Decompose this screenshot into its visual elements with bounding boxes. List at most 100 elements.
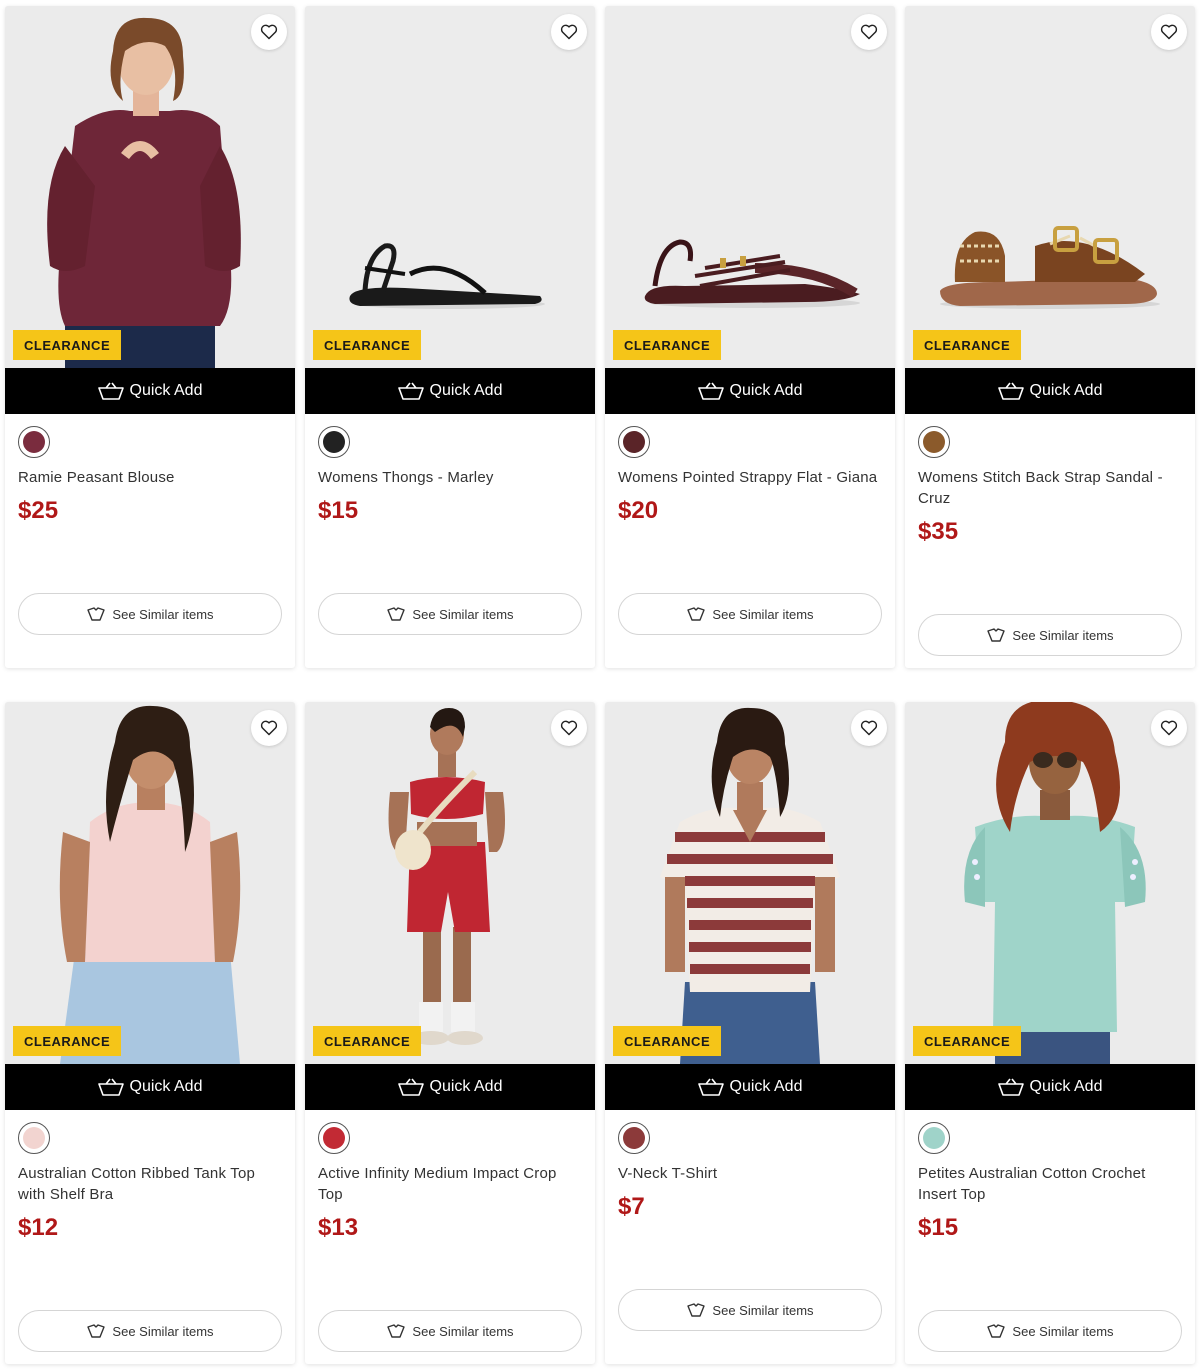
see-similar-label: See Similar items bbox=[412, 1323, 514, 1339]
color-swatch[interactable] bbox=[18, 426, 50, 458]
product-card[interactable]: CLEARANCE Quick Add V-Neck T-Shirt $7 Se… bbox=[605, 702, 895, 1364]
quick-add-label: Quick Add bbox=[1029, 1078, 1103, 1095]
wishlist-heart-button[interactable] bbox=[851, 14, 887, 50]
product-image[interactable]: CLEARANCE bbox=[5, 702, 295, 1064]
see-similar-button[interactable]: See Similar items bbox=[318, 593, 582, 635]
quick-add-button[interactable]: Quick Add bbox=[5, 1064, 295, 1110]
product-info: Australian Cotton Ribbed Tank Top with S… bbox=[5, 1110, 295, 1242]
product-photo-model-red-activewear bbox=[305, 702, 595, 1064]
product-card[interactable]: CLEARANCE Quick Add Ramie Peasant Blouse… bbox=[5, 6, 295, 668]
color-swatch[interactable] bbox=[918, 426, 950, 458]
product-price: $35 bbox=[918, 518, 959, 545]
product-image[interactable]: CLEARANCE bbox=[305, 702, 595, 1064]
product-image[interactable]: CLEARANCE bbox=[605, 702, 895, 1064]
wishlist-heart-button[interactable] bbox=[1151, 14, 1187, 50]
product-name[interactable]: Womens Stitch Back Strap Sandal - Cruz bbox=[918, 467, 1182, 509]
basket-icon bbox=[997, 382, 1024, 400]
product-name[interactable]: Petites Australian Cotton Crochet Insert… bbox=[918, 1163, 1182, 1205]
product-name[interactable]: Womens Pointed Strappy Flat - Giana bbox=[618, 467, 882, 488]
product-price: $15 bbox=[318, 497, 359, 524]
see-similar-label: See Similar items bbox=[1012, 1323, 1114, 1339]
quick-add-button[interactable]: Quick Add bbox=[5, 368, 295, 414]
see-similar-button[interactable]: See Similar items bbox=[918, 614, 1182, 656]
quick-add-button[interactable]: Quick Add bbox=[305, 1064, 595, 1110]
product-info: Womens Pointed Strappy Flat - Giana $20 bbox=[605, 414, 895, 525]
heart-icon bbox=[260, 720, 278, 736]
wishlist-heart-button[interactable] bbox=[1151, 710, 1187, 746]
color-swatch[interactable] bbox=[618, 1122, 650, 1154]
see-similar-button[interactable]: See Similar items bbox=[18, 1310, 282, 1352]
heart-icon bbox=[560, 720, 578, 736]
quick-add-label: Quick Add bbox=[1029, 382, 1103, 399]
color-swatch[interactable] bbox=[918, 1122, 950, 1154]
similar-items-icon bbox=[387, 607, 406, 621]
product-price: $20 bbox=[618, 497, 659, 524]
product-info: V-Neck T-Shirt $7 bbox=[605, 1110, 895, 1221]
see-similar-button[interactable]: See Similar items bbox=[618, 1289, 882, 1331]
product-image[interactable]: CLEARANCE bbox=[305, 6, 595, 368]
heart-icon bbox=[260, 24, 278, 40]
product-grid: CLEARANCE Quick Add Ramie Peasant Blouse… bbox=[0, 0, 1200, 1372]
color-swatch[interactable] bbox=[318, 1122, 350, 1154]
heart-icon bbox=[860, 720, 878, 736]
basket-icon bbox=[397, 1078, 424, 1096]
see-similar-button[interactable]: See Similar items bbox=[318, 1310, 582, 1352]
see-similar-label: See Similar items bbox=[112, 1323, 214, 1339]
quick-add-label: Quick Add bbox=[429, 1078, 503, 1095]
product-image[interactable]: CLEARANCE bbox=[605, 6, 895, 368]
product-card[interactable]: CLEARANCE Quick Add Womens Thongs - Marl… bbox=[305, 6, 595, 668]
see-similar-button[interactable]: See Similar items bbox=[618, 593, 882, 635]
basket-icon bbox=[697, 1078, 724, 1096]
product-photo-burgundy-strappy-flat bbox=[605, 6, 895, 368]
product-photo-tan-buckle-sandal bbox=[905, 6, 1195, 368]
product-image[interactable]: CLEARANCE bbox=[5, 6, 295, 368]
product-name[interactable]: Active Infinity Medium Impact Crop Top bbox=[318, 1163, 582, 1205]
wishlist-heart-button[interactable] bbox=[251, 14, 287, 50]
product-card[interactable]: CLEARANCE Quick Add Australian Cotton Ri… bbox=[5, 702, 295, 1364]
basket-icon bbox=[397, 382, 424, 400]
quick-add-button[interactable]: Quick Add bbox=[305, 368, 595, 414]
similar-items-icon bbox=[987, 1324, 1006, 1338]
product-name[interactable]: V-Neck T-Shirt bbox=[618, 1163, 882, 1184]
product-price: $25 bbox=[18, 497, 59, 524]
see-similar-label: See Similar items bbox=[1012, 627, 1114, 643]
product-name[interactable]: Australian Cotton Ribbed Tank Top with S… bbox=[18, 1163, 282, 1205]
basket-icon bbox=[97, 382, 124, 400]
similar-items-icon bbox=[87, 607, 106, 621]
product-price: $13 bbox=[318, 1214, 359, 1241]
quick-add-button[interactable]: Quick Add bbox=[605, 368, 895, 414]
product-info: Petites Australian Cotton Crochet Insert… bbox=[905, 1110, 1195, 1242]
wishlist-heart-button[interactable] bbox=[851, 710, 887, 746]
product-photo-model-striped-tee bbox=[605, 702, 895, 1064]
product-image[interactable]: CLEARANCE bbox=[905, 6, 1195, 368]
product-card[interactable]: CLEARANCE Quick Add Womens Pointed Strap… bbox=[605, 6, 895, 668]
product-card[interactable]: CLEARANCE Quick Add Womens Stitch Back S… bbox=[905, 6, 1195, 668]
product-price: $12 bbox=[18, 1214, 59, 1241]
heart-icon bbox=[1160, 24, 1178, 40]
product-price: $15 bbox=[918, 1214, 959, 1241]
see-similar-label: See Similar items bbox=[112, 606, 214, 622]
color-swatch[interactable] bbox=[318, 426, 350, 458]
wishlist-heart-button[interactable] bbox=[251, 710, 287, 746]
similar-items-icon bbox=[387, 1324, 406, 1338]
heart-icon bbox=[560, 24, 578, 40]
similar-items-icon bbox=[87, 1324, 106, 1338]
clearance-badge: CLEARANCE bbox=[613, 330, 722, 360]
wishlist-heart-button[interactable] bbox=[551, 14, 587, 50]
product-name[interactable]: Womens Thongs - Marley bbox=[318, 467, 582, 488]
quick-add-button[interactable]: Quick Add bbox=[905, 368, 1195, 414]
product-card[interactable]: CLEARANCE Quick Add Active Infinity Medi… bbox=[305, 702, 595, 1364]
product-name[interactable]: Ramie Peasant Blouse bbox=[18, 467, 282, 488]
see-similar-button[interactable]: See Similar items bbox=[918, 1310, 1182, 1352]
wishlist-heart-button[interactable] bbox=[551, 710, 587, 746]
see-similar-label: See Similar items bbox=[712, 1302, 814, 1318]
quick-add-button[interactable]: Quick Add bbox=[905, 1064, 1195, 1110]
product-image[interactable]: CLEARANCE bbox=[905, 702, 1195, 1064]
quick-add-button[interactable]: Quick Add bbox=[605, 1064, 895, 1110]
color-swatch[interactable] bbox=[18, 1122, 50, 1154]
quick-add-label: Quick Add bbox=[129, 382, 203, 399]
clearance-badge: CLEARANCE bbox=[313, 1026, 422, 1056]
see-similar-button[interactable]: See Similar items bbox=[18, 593, 282, 635]
product-card[interactable]: CLEARANCE Quick Add Petites Australian C… bbox=[905, 702, 1195, 1364]
color-swatch[interactable] bbox=[618, 426, 650, 458]
